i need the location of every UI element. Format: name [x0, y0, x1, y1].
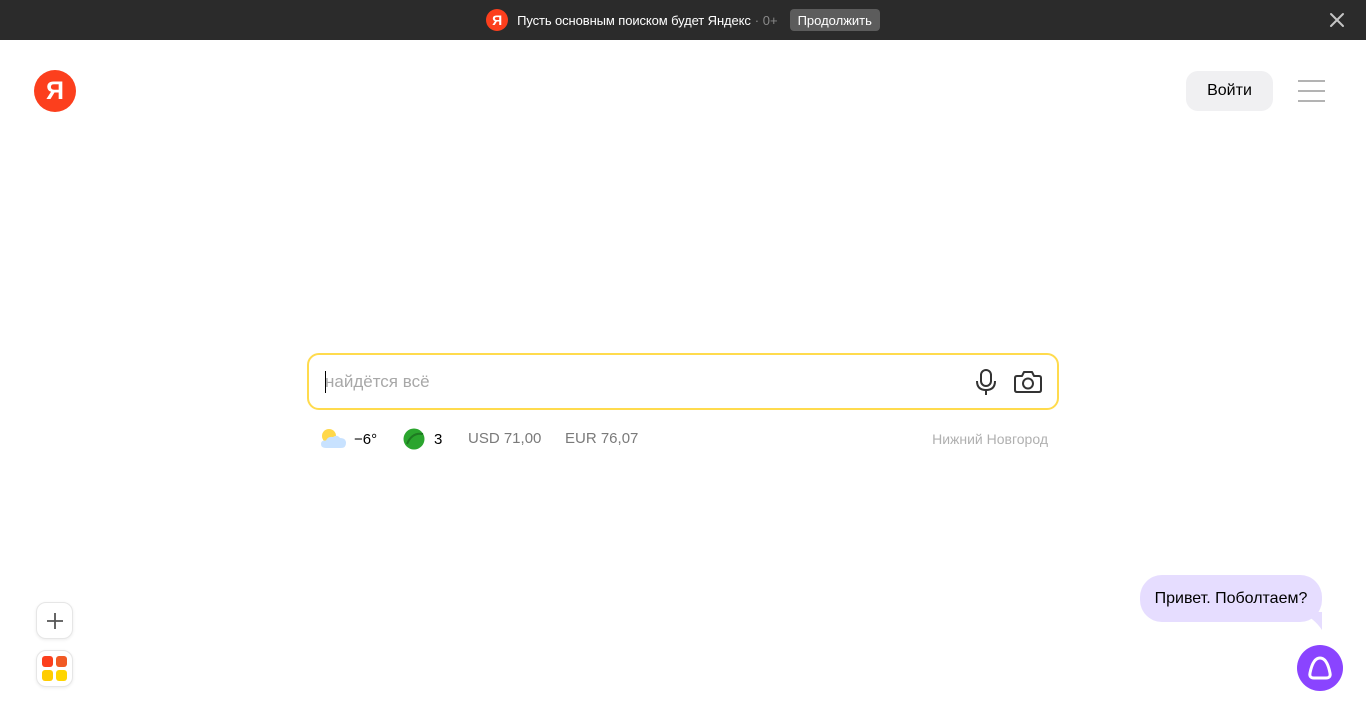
text-caret [325, 371, 326, 393]
service-app-icon [56, 656, 67, 667]
alice-greeting-bubble[interactable]: Привет. Поболтаем? [1140, 575, 1322, 622]
traffic-informer[interactable]: 3 [403, 426, 442, 452]
bubble-tail [1300, 612, 1322, 630]
banner-text: Пусть основным поиском будет Яндекс [517, 12, 751, 28]
banner-content: Я Пусть основным поиском будет Яндекс · … [486, 9, 880, 31]
informers-row: −6° 3 USD 71,00 EUR 76,07 Нижний Новгоро… [318, 426, 1048, 452]
login-button[interactable]: Войти [1186, 71, 1273, 111]
service-app-icon [42, 656, 53, 667]
traffic-level-icon [403, 428, 425, 450]
plus-icon[interactable] [36, 602, 73, 639]
search-input[interactable] [325, 355, 945, 408]
age-rating: · 0+ [754, 12, 778, 28]
weather-temperature: −6° [354, 430, 378, 448]
yandex-small-logo-icon: Я [486, 9, 509, 31]
region-link[interactable]: Нижний Новгород [932, 431, 1048, 447]
alice-icon[interactable] [1297, 645, 1343, 691]
yandex-logo[interactable]: Я [34, 70, 76, 112]
service-app-icon [56, 670, 67, 681]
search-box [307, 353, 1059, 410]
usd-rate[interactable]: USD 71,00 [468, 430, 541, 447]
menu-line [1298, 100, 1325, 102]
weather-informer[interactable]: −6° [318, 426, 377, 452]
service-app-icon [42, 670, 53, 681]
default-search-banner: Я Пусть основным поиском будет Яндекс · … [0, 0, 1366, 40]
traffic-score: 3 [434, 430, 443, 448]
continue-button[interactable]: Продолжить [789, 9, 880, 31]
close-icon[interactable] [1328, 11, 1346, 29]
eur-rate[interactable]: EUR 76,07 [565, 430, 638, 447]
yandex-home-page: Я Пусть основным поиском будет Яндекс · … [0, 0, 1366, 723]
camera-icon[interactable] [1013, 369, 1043, 395]
menu-line [1298, 80, 1325, 82]
partly-cloudy-icon [318, 426, 348, 452]
microphone-icon[interactable] [973, 368, 999, 396]
hamburger-menu-icon[interactable] [1298, 80, 1325, 102]
menu-line [1298, 90, 1325, 92]
services-grid-icon[interactable] [36, 650, 73, 687]
